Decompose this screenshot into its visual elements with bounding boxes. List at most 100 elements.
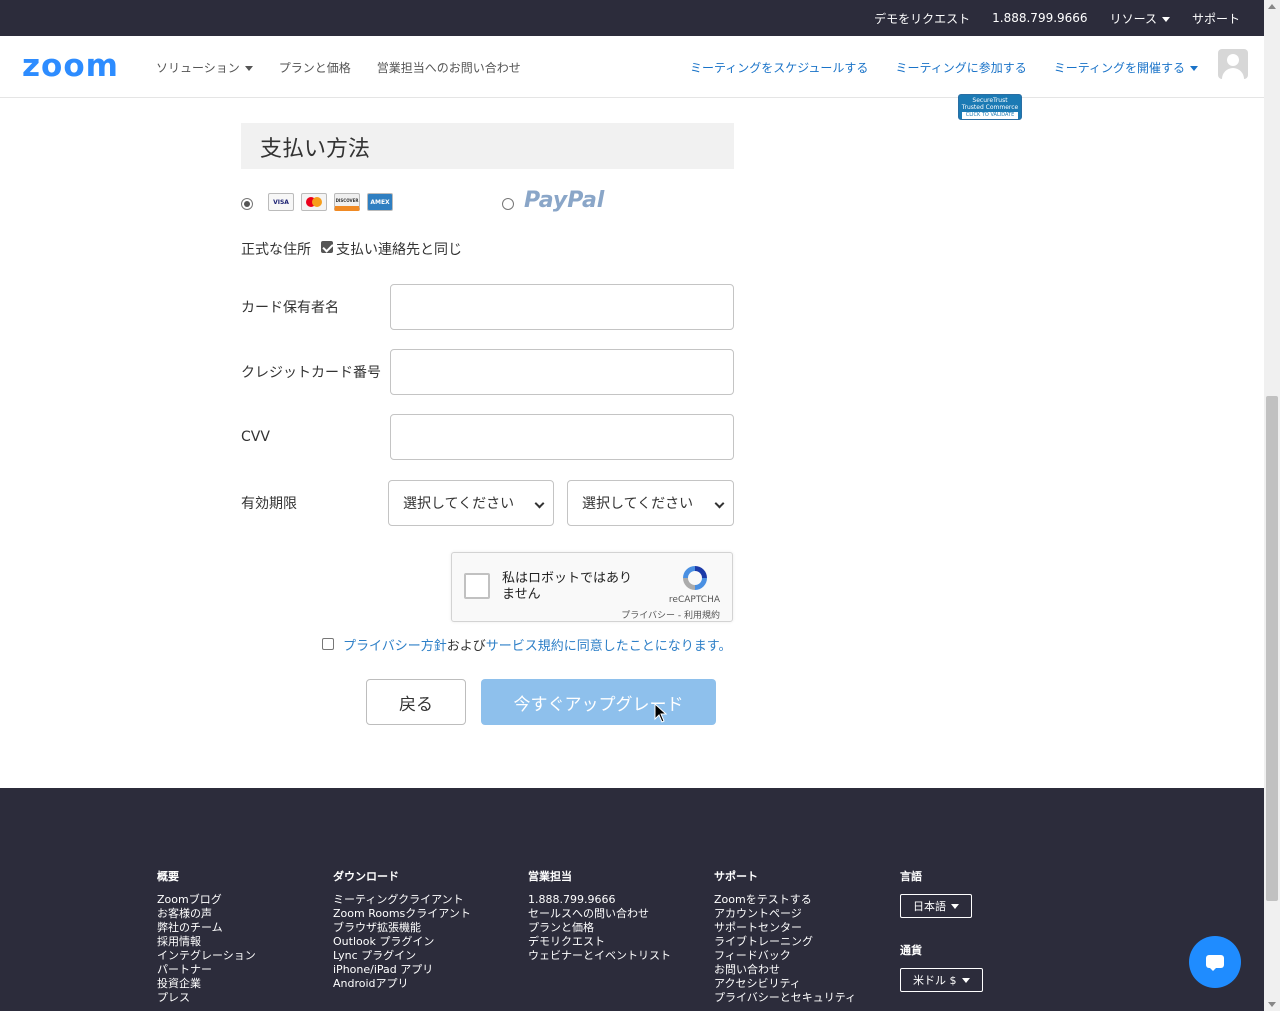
expiry-month-select[interactable]: 選択してください — [388, 480, 554, 526]
chevron-down-icon — [951, 903, 959, 909]
same-address-label[interactable]: 支払い連絡先と同じ — [336, 239, 462, 259]
zoom-logo[interactable]: zoom — [22, 48, 119, 84]
terms-of-service-link[interactable]: サービス規約に同意したことになります。 — [486, 639, 732, 654]
footer-link[interactable]: 採用情報 — [157, 935, 256, 949]
expiry-year-select[interactable]: 選択してください — [567, 480, 734, 526]
address-label: 正式な住所 — [241, 242, 311, 258]
solutions-dropdown[interactable]: ソリューション — [156, 59, 253, 76]
footer-heading: 通貨 — [900, 944, 922, 957]
recaptcha-links[interactable]: プライバシー - 利用規約 — [621, 608, 720, 621]
chevron-down-icon — [1161, 16, 1170, 22]
footer-link[interactable]: iPhone/iPad アプリ — [333, 963, 471, 977]
terms-and: および — [446, 639, 486, 654]
chevron-down-icon — [714, 498, 725, 509]
footer-link[interactable]: セールスへの問い合わせ — [528, 907, 671, 921]
footer-col-sales: 営業担当 1.888.799.9666 セールスへの問い合わせ プランと価格 デ… — [528, 870, 671, 963]
seal-line3: CLICK TO VALIDATE — [962, 112, 1018, 119]
recaptcha-icon — [683, 566, 707, 590]
language-dropdown[interactable]: 日本語 — [900, 894, 972, 918]
footer-link[interactable]: お問い合わせ — [714, 963, 856, 977]
footer-link[interactable]: Zoom Roomsクライアント — [333, 907, 471, 921]
paypal-logo[interactable]: PayPal — [524, 188, 604, 213]
scrollbar-thumb[interactable] — [1266, 396, 1278, 901]
upgrade-now-button[interactable]: 今すぐアップグレード — [481, 679, 716, 725]
footer-link[interactable]: プライバシーとセキュリティ — [714, 991, 856, 1005]
same-address-checkbox[interactable] — [321, 241, 333, 253]
expiry-year-value: 選択してください — [582, 496, 694, 512]
currency-dropdown[interactable]: 米ドル $ — [900, 968, 983, 992]
footer-link[interactable]: ミーティングクライアント — [333, 893, 471, 907]
back-button[interactable]: 戻る — [366, 679, 466, 725]
cardholder-label: カード保有者名 — [241, 300, 339, 316]
footer-link[interactable]: アクセシビリティ — [714, 977, 856, 991]
recaptcha-checkbox[interactable] — [464, 573, 490, 599]
footer-col-download: ダウンロード ミーティングクライアント Zoom Roomsクライアント ブラウ… — [333, 870, 471, 991]
footer-link[interactable]: ブラウザ拡張機能 — [333, 921, 471, 935]
card-method-radio[interactable] — [241, 198, 253, 210]
footer-link[interactable]: Zoomをテストする — [714, 893, 856, 907]
footer-link[interactable]: プレス — [157, 991, 256, 1005]
footer-link[interactable]: プランと価格 — [528, 921, 671, 935]
footer-link[interactable]: パートナー — [157, 963, 256, 977]
terms-checkbox[interactable] — [322, 638, 334, 650]
footer: 概要 Zoomブログ お客様の声 弊社のチーム 採用情報 インテグレーション パ… — [0, 788, 1264, 1011]
footer-link[interactable]: Androidアプリ — [333, 977, 471, 991]
footer-link[interactable]: ウェビナーとイベントリスト — [528, 949, 671, 963]
resources-dropdown[interactable]: リソース — [1110, 10, 1170, 27]
card-number-input[interactable] — [390, 349, 734, 395]
footer-link[interactable]: フィードバック — [714, 949, 856, 963]
discover-icon: DISCOVER — [334, 193, 360, 211]
chat-bubble-tail — [1209, 967, 1217, 971]
support-link[interactable]: サポート — [1192, 10, 1240, 27]
payment-section-header: 支払い方法 — [241, 123, 734, 169]
footer-link[interactable]: デモリクエスト — [528, 935, 671, 949]
cardholder-input[interactable] — [390, 284, 734, 330]
securetrust-seal[interactable]: SecureTrust Trusted Commerce CLICK TO VA… — [958, 94, 1022, 120]
plans-link[interactable]: プランと価格 — [279, 59, 351, 76]
footer-link[interactable]: Outlook プラグイン — [333, 935, 471, 949]
expiry-month-value: 選択してください — [403, 496, 515, 512]
expiry-label: 有効期限 — [241, 496, 297, 512]
chat-button[interactable] — [1189, 936, 1241, 988]
user-icon-body — [1222, 68, 1244, 79]
mastercard-circle-orange — [312, 197, 322, 207]
page-scrollbar[interactable] — [1264, 0, 1280, 1011]
seal-line2: Trusted Commerce — [961, 104, 1019, 111]
scroll-up-icon[interactable] — [1268, 4, 1276, 9]
footer-link[interactable]: Lync プラグイン — [333, 949, 471, 963]
footer-link[interactable]: 弊社のチーム — [157, 921, 256, 935]
paypal-method-radio[interactable] — [502, 198, 514, 210]
resources-label: リソース — [1109, 11, 1157, 26]
footer-link[interactable]: Zoomブログ — [157, 893, 256, 907]
cvv-input[interactable] — [390, 414, 734, 460]
privacy-policy-link[interactable]: プライバシー方針 — [343, 639, 447, 654]
avatar[interactable] — [1218, 49, 1248, 79]
host-meeting-label: ミーティングを開催する — [1053, 60, 1185, 75]
footer-heading: サポート — [714, 870, 758, 883]
scroll-down-icon[interactable] — [1268, 1002, 1276, 1007]
footer-col-about: 概要 Zoomブログ お客様の声 弊社のチーム 採用情報 インテグレーション パ… — [157, 870, 256, 1005]
footer-link[interactable]: 投資企業 — [157, 977, 256, 991]
cvv-label: CVV — [241, 429, 270, 445]
contact-sales-link[interactable]: 営業担当へのお問い合わせ — [377, 59, 521, 76]
footer-link[interactable]: 1.888.799.9666 — [528, 893, 671, 907]
footer-col-currency: 通貨 — [900, 944, 922, 967]
footer-link[interactable]: ライブトレーニング — [714, 935, 856, 949]
join-meeting-link[interactable]: ミーティングに参加する — [895, 59, 1026, 76]
language-value: 日本語 — [913, 900, 946, 913]
page-title: 支払い方法 — [260, 137, 371, 162]
phone-link[interactable]: 1.888.799.9666 — [992, 11, 1087, 25]
card-number-label: クレジットカード番号 — [241, 365, 381, 381]
footer-link[interactable]: インテグレーション — [157, 949, 256, 963]
footer-link[interactable]: お客様の声 — [157, 907, 256, 921]
seal-line1: SecureTrust — [972, 97, 1008, 104]
footer-heading: ダウンロード — [333, 870, 399, 883]
footer-link[interactable]: アカウントページ — [714, 907, 856, 921]
request-demo-link[interactable]: デモをリクエスト — [874, 10, 970, 27]
visa-icon: VISA — [268, 193, 294, 211]
card-logos: VISA DISCOVER AMEX — [268, 193, 393, 211]
host-meeting-dropdown[interactable]: ミーティングを開催する — [1054, 59, 1198, 76]
footer-link[interactable]: サポートセンター — [714, 921, 856, 935]
terms-text: プライバシー方針およびサービス規約に同意したことになります。 — [343, 635, 731, 654]
schedule-meeting-link[interactable]: ミーティングをスケジュールする — [690, 59, 868, 76]
